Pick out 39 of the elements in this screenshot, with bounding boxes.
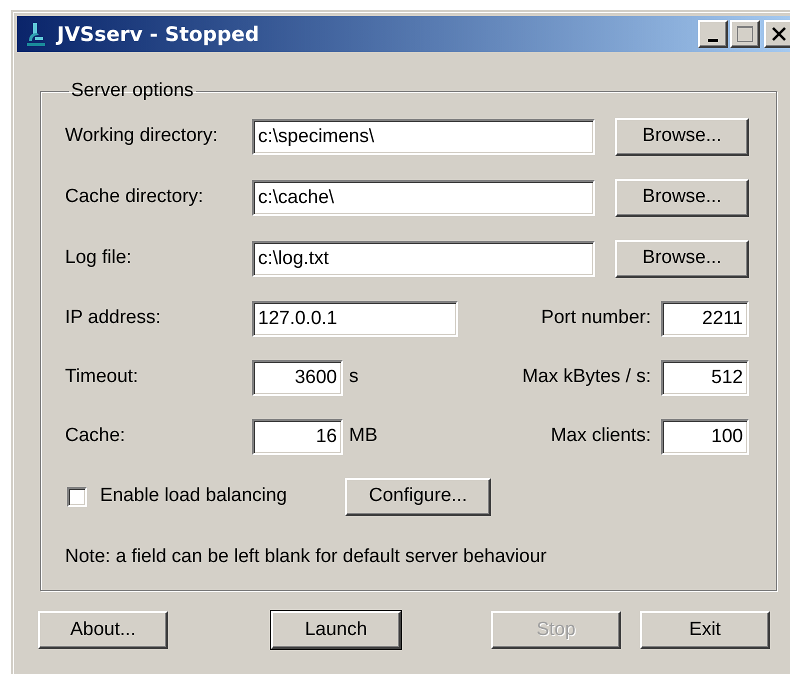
number-field[interactable]: 16: [252, 418, 343, 454]
dialog-button[interactable]: Exit: [640, 611, 770, 649]
field-label: Max kBytes / s:: [522, 365, 651, 390]
field-label: Port number:: [541, 306, 651, 330]
path-field[interactable]: c:\cache\: [252, 180, 595, 216]
number-field[interactable]: 512: [661, 360, 749, 396]
browse-button[interactable]: Browse...: [615, 240, 749, 278]
minimize-icon: [708, 39, 718, 42]
group-title: Server options: [70, 79, 195, 103]
ip-address-field[interactable]: 127.0.0.1: [252, 300, 458, 336]
field-label: Timeout:: [65, 365, 140, 390]
checkbox-label: Enable load balancing: [100, 484, 288, 508]
unit-label: s: [349, 365, 358, 390]
number-field[interactable]: 3600: [252, 360, 343, 396]
field-label: Working directory:: [65, 124, 219, 148]
number-field[interactable]: 2211: [661, 300, 749, 336]
field-label: Cache:: [65, 424, 126, 448]
microscope-icon: [25, 21, 47, 47]
browse-button[interactable]: Browse...: [615, 178, 749, 216]
close-icon: [772, 27, 786, 41]
window-title: JVSserv - Stopped: [57, 21, 260, 48]
maximize-icon: [737, 26, 753, 42]
browse-button[interactable]: Browse...: [615, 118, 749, 156]
path-field[interactable]: c:\specimens\: [252, 118, 595, 154]
field-label: Log file:: [65, 246, 133, 270]
field-label: IP address:: [65, 306, 162, 330]
number-field[interactable]: 100: [661, 418, 749, 454]
checkbox[interactable]: [67, 486, 87, 506]
close-button[interactable]: [764, 20, 790, 48]
path-field[interactable]: c:\log.txt: [252, 240, 595, 276]
dialog-button[interactable]: About...: [38, 611, 168, 649]
field-label: Max clients:: [550, 424, 651, 448]
minimize-button[interactable]: [698, 20, 728, 48]
configure-button[interactable]: Configure...: [345, 478, 491, 516]
maximize-button[interactable]: [730, 20, 760, 48]
note-text: Note: a field can be left blank for default server behaviour: [65, 544, 548, 568]
unit-label: MB: [349, 424, 378, 448]
field-label: Cache directory:: [65, 185, 204, 210]
dialog-button[interactable]: Launch: [271, 611, 401, 649]
